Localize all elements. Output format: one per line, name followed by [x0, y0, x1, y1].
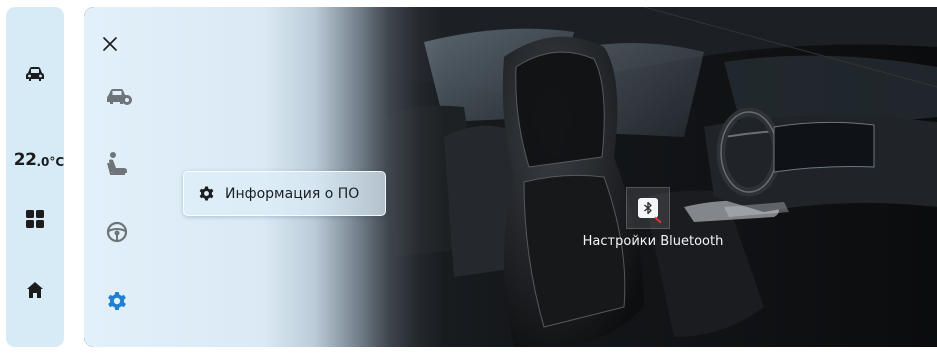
bluetooth-hotspot[interactable] — [626, 187, 670, 229]
steering-wheel-icon — [106, 221, 128, 243]
menu-item-seats[interactable] — [102, 147, 132, 181]
gear-icon — [199, 186, 214, 201]
car-icon — [26, 67, 44, 81]
home-icon — [27, 282, 43, 298]
software-info-button[interactable]: Информация о ПО — [183, 171, 386, 216]
menu-item-system[interactable] — [102, 286, 132, 316]
gear-icon — [108, 292, 126, 310]
bluetooth-status-mark — [654, 216, 662, 224]
seat-icon — [107, 152, 127, 175]
settings-panel: Информация о ПО Настройки Bluetooth — [84, 7, 937, 347]
bluetooth-chip — [638, 198, 662, 224]
bluetooth-icon — [644, 201, 652, 215]
side-dock: 22 .0 °C — [6, 7, 64, 347]
car-settings-icon — [107, 89, 132, 105]
menu-item-driving[interactable] — [102, 217, 132, 247]
temperature-unit: °C — [49, 155, 65, 169]
close-icon — [103, 37, 117, 51]
temperature-decimal: .0 — [36, 155, 50, 169]
temperature-integer: 22 — [13, 150, 37, 170]
bluetooth-settings-label[interactable]: Настройки Bluetooth — [570, 234, 736, 249]
dock-home-button[interactable] — [6, 273, 64, 307]
menu-item-vehicle-settings[interactable] — [102, 82, 136, 112]
screen: 22 .0 °C Информация о ПО Настройки Bluet… — [0, 0, 937, 354]
apps-grid-icon — [26, 210, 44, 228]
close-button[interactable] — [98, 32, 122, 56]
dock-car-button[interactable] — [6, 57, 64, 91]
dock-apps-button[interactable] — [6, 202, 64, 236]
software-info-label: Информация о ПО — [225, 185, 360, 202]
temperature-display[interactable]: 22 .0 °C — [6, 144, 72, 170]
